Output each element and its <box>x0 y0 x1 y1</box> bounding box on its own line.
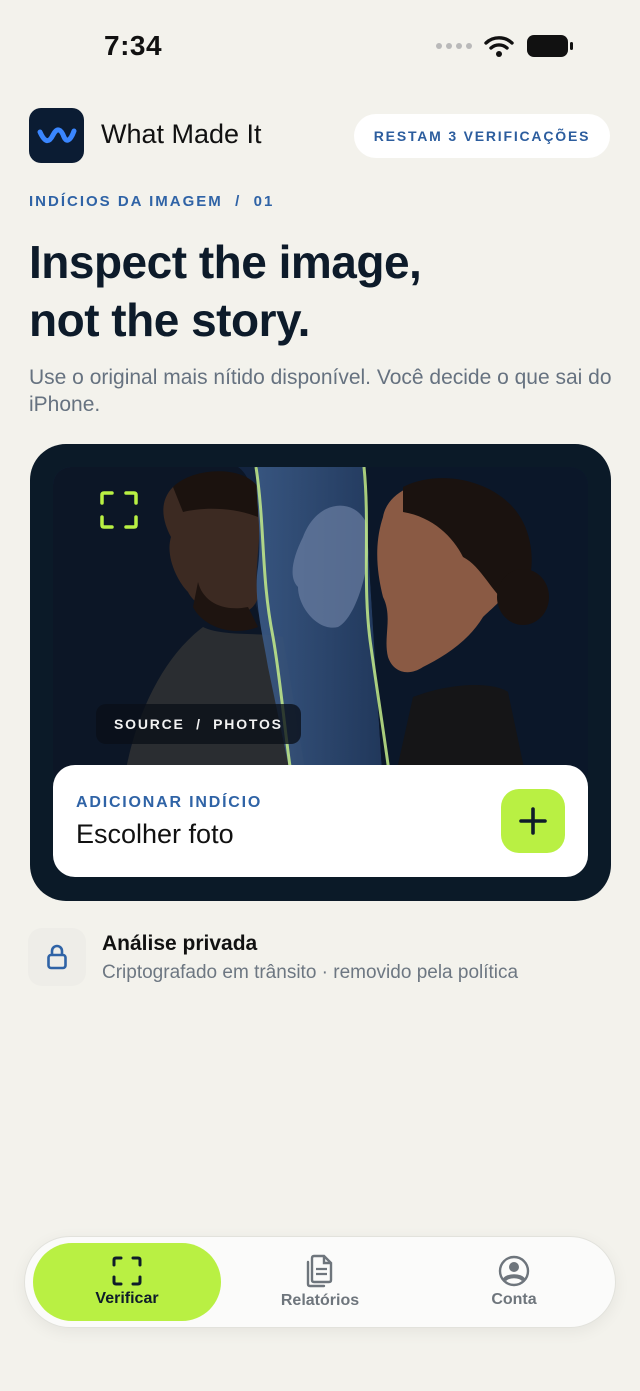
cellular-signal-icon <box>436 43 472 49</box>
lock-tile <box>28 928 86 986</box>
section-eyebrow: INDÍCIOS DA IMAGEM / 01 <box>29 193 275 210</box>
page-title-line-1: Inspect the image, <box>29 236 422 288</box>
focus-frame-icon <box>100 491 138 529</box>
screen: 7:34 What Made It RESTAM 3 VERIFICAÇÕES … <box>0 0 640 1391</box>
add-photo-button[interactable] <box>501 789 565 853</box>
add-evidence-eyebrow: ADICIONAR INDÍCIO <box>76 794 263 811</box>
plus-icon <box>519 807 547 835</box>
tab-bar: Verificar Relatórios Conta <box>24 1236 616 1328</box>
battery-icon <box>527 35 573 57</box>
hero-image: SOURCE / PHOTOS <box>53 467 588 787</box>
status-icons <box>436 34 574 58</box>
privacy-title: Análise privada <box>102 932 258 955</box>
privacy-subtitle: Criptografado em trânsito · removido pel… <box>102 962 519 983</box>
evidence-card: SOURCE / PHOTOS ADICIONAR INDÍCIO Escolh… <box>30 444 611 901</box>
tab-verify-label: Verificar <box>95 1290 159 1307</box>
wifi-icon <box>484 36 514 57</box>
tab-account[interactable]: Conta <box>419 1243 609 1321</box>
waveform-logo-icon <box>37 127 76 143</box>
app-name: What Made It <box>101 119 262 149</box>
tab-account-label: Conta <box>491 1291 537 1308</box>
status-time: 7:34 <box>104 30 163 61</box>
scan-icon <box>112 1256 142 1286</box>
account-icon <box>498 1255 530 1287</box>
intro-subtext: Use o original mais nítido disponível. V… <box>29 366 612 416</box>
tab-reports-label: Relatórios <box>280 1292 360 1309</box>
add-evidence-panel[interactable]: ADICIONAR INDÍCIO Escolher foto <box>53 765 588 877</box>
source-label: SOURCE / PHOTOS <box>96 704 301 744</box>
lock-icon <box>47 944 67 970</box>
documents-icon <box>306 1254 333 1288</box>
app-logo <box>29 108 84 163</box>
tab-verify[interactable]: Verificar <box>33 1243 221 1321</box>
choose-photo-label: Escolher foto <box>76 819 234 849</box>
page-title-line-2: not the story. <box>29 294 310 346</box>
page-title: Inspect the image, not the story. <box>29 233 589 349</box>
tab-reports[interactable]: Relatórios <box>225 1243 415 1321</box>
checks-remaining-badge[interactable]: RESTAM 3 VERIFICAÇÕES <box>354 114 610 158</box>
